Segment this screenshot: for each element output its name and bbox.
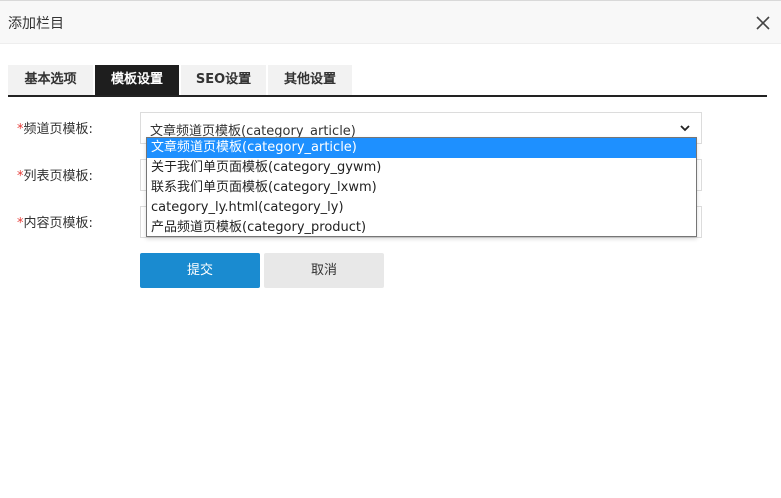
tab-other-settings[interactable]: 其他设置 xyxy=(268,65,352,95)
dropdown-option[interactable]: 产品频道页模板(category_product) xyxy=(147,218,696,238)
tab-bar: 基本选项 模板设置 SEO设置 其他设置 xyxy=(8,65,767,97)
channel-template-label: *频道页模板: xyxy=(17,118,93,137)
submit-button[interactable]: 提交 xyxy=(140,253,260,288)
chevron-down-icon xyxy=(680,125,690,132)
dropdown-option[interactable]: 关于我们单页面模板(category_gywm) xyxy=(147,158,696,178)
list-template-label-text: 列表页模板: xyxy=(23,169,93,184)
dialog-titlebar: 添加栏目 xyxy=(0,1,781,44)
close-icon[interactable] xyxy=(754,14,772,32)
tab-basic-options[interactable]: 基本选项 xyxy=(8,65,93,95)
list-template-label: *列表页模板: xyxy=(17,165,93,184)
channel-template-label-text: 频道页模板: xyxy=(23,122,93,137)
dialog-title: 添加栏目 xyxy=(8,16,64,32)
channel-template-dropdown: 文章频道页模板(category_article) 关于我们单页面模板(cate… xyxy=(146,137,697,237)
dropdown-option[interactable]: 文章频道页模板(category_article) xyxy=(147,138,696,158)
cancel-button[interactable]: 取消 xyxy=(264,253,384,288)
content-template-label-text: 内容页模板: xyxy=(23,216,93,231)
tab-seo-settings[interactable]: SEO设置 xyxy=(181,65,266,95)
content-template-label: *内容页模板: xyxy=(17,212,93,231)
tab-template-settings[interactable]: 模板设置 xyxy=(95,65,179,95)
dropdown-option[interactable]: 联系我们单页面模板(category_lxwm) xyxy=(147,178,696,198)
add-column-dialog: 添加栏目 基本选项 模板设置 SEO设置 其他设置 *频道页模板: 文章频道页模… xyxy=(0,0,781,498)
dropdown-option[interactable]: category_ly.html(category_ly) xyxy=(147,198,696,218)
